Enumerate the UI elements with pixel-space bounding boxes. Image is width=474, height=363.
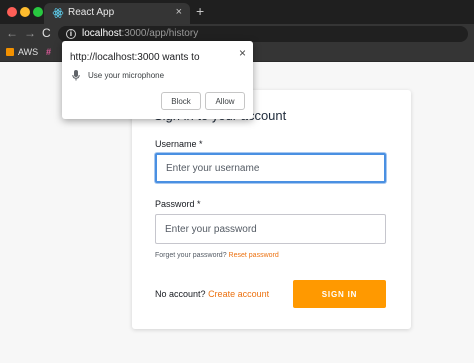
close-window-button[interactable]	[7, 7, 17, 17]
maximize-window-button[interactable]	[33, 7, 43, 17]
block-button[interactable]: Block	[161, 92, 201, 110]
microphone-icon	[72, 70, 80, 81]
url-text: localhost:3000/app/history	[82, 28, 198, 39]
signin-card: Sign in to your account Username * Passw…	[132, 90, 411, 329]
password-input[interactable]	[155, 214, 386, 244]
signin-button[interactable]: SIGN IN	[293, 280, 386, 308]
react-logo-icon	[52, 8, 64, 18]
tab-react-app[interactable]: React App ×	[44, 3, 190, 24]
username-input[interactable]	[155, 153, 386, 183]
no-account-text: No account? Create account	[155, 289, 269, 299]
create-account-link[interactable]: Create account	[208, 289, 269, 299]
close-icon[interactable]: ×	[239, 47, 246, 59]
bookmark-label: AWS	[18, 47, 39, 57]
address-bar[interactable]: i localhost:3000/app/history	[58, 26, 468, 42]
username-label: Username *	[155, 139, 203, 149]
bookmark-hash[interactable]: #	[46, 47, 51, 57]
url-path: :3000/app/history	[121, 28, 199, 39]
reload-button[interactable]: C	[42, 26, 51, 40]
permission-text: Use your microphone	[88, 71, 165, 80]
minimize-window-button[interactable]	[20, 7, 30, 17]
forgot-password-text: Forget your password? Reset password	[155, 252, 279, 259]
close-tab-icon[interactable]: ×	[176, 6, 182, 18]
site-info-icon[interactable]: i	[66, 29, 76, 39]
permission-popup: http://localhost:3000 wants to × Use you…	[62, 41, 253, 119]
bookmark-aws[interactable]: AWS	[6, 47, 38, 57]
new-tab-button[interactable]: +	[196, 4, 204, 18]
url-host: localhost	[82, 28, 122, 39]
aws-cube-icon	[6, 48, 14, 56]
tab-title: React App	[68, 7, 115, 18]
forgot-password-label: Forget your password?	[155, 252, 227, 259]
password-label: Password *	[155, 199, 201, 209]
browser-tab-bar: React App × +	[0, 0, 474, 24]
forward-button[interactable]: →	[24, 26, 36, 40]
popup-title: http://localhost:3000 wants to	[70, 52, 200, 63]
back-button[interactable]: ←	[6, 26, 18, 40]
allow-button[interactable]: Allow	[205, 92, 245, 110]
reset-password-link[interactable]: Reset password	[229, 252, 279, 259]
no-account-label: No account?	[155, 289, 206, 299]
